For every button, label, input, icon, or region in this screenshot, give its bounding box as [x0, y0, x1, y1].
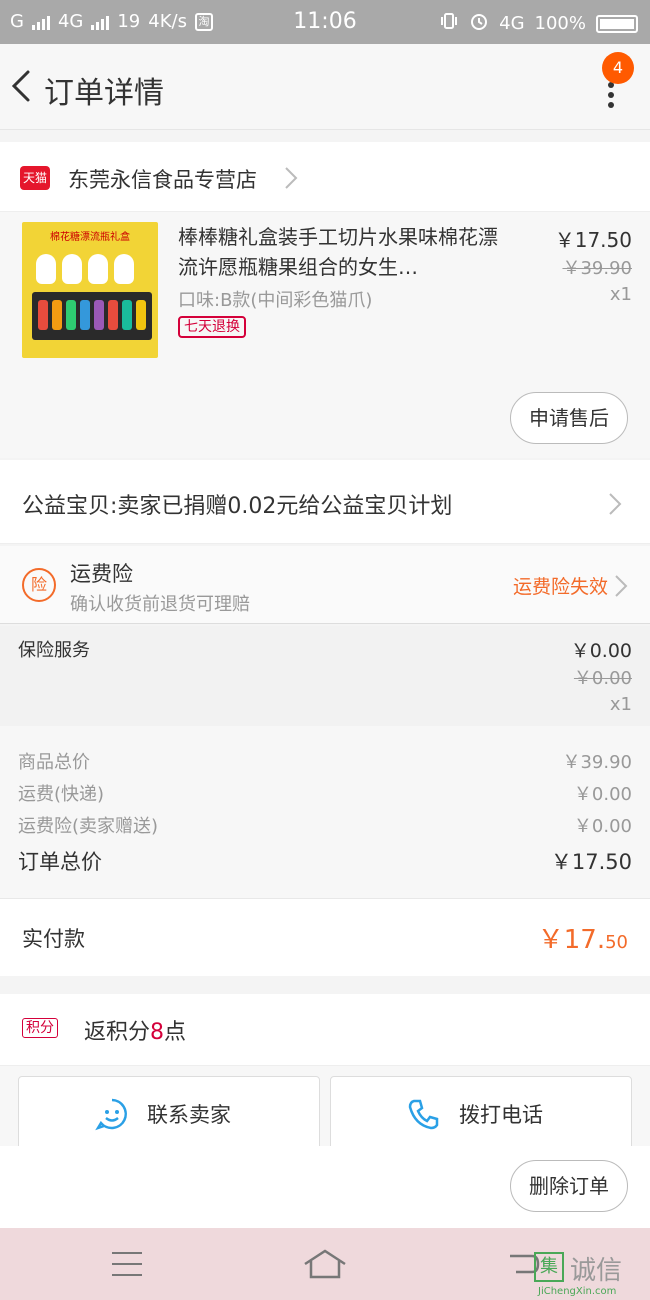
summary-row: 运费(快递) ￥0.00	[18, 780, 632, 806]
more-menu-button[interactable]	[608, 82, 616, 112]
phone-icon	[408, 1099, 439, 1130]
product-price: ￥17.50	[554, 228, 632, 252]
shop-name: 东莞永信食品专营店	[68, 168, 257, 192]
summary-value: ￥39.90	[562, 752, 632, 773]
insurance-service-quantity: x1	[609, 694, 632, 715]
amount-paid-row: 实付款 ￥17.50	[0, 898, 650, 976]
product-quantity: x1	[609, 284, 632, 305]
summary-row: 商品总价 ￥39.90	[18, 748, 632, 774]
summary-label: 运费(快递)	[18, 784, 105, 805]
app-header: 订单详情 4	[0, 44, 650, 130]
summary-label: 商品总价	[18, 752, 90, 773]
chat-smile-icon	[95, 1098, 127, 1131]
product-name: 棒棒糖礼盒装手工切片水果味棉花漂流许愿瓶糖果组合的女生…	[178, 225, 498, 279]
points-tag: 积分	[22, 1018, 58, 1038]
contact-seller-label: 联系卖家	[147, 1103, 231, 1127]
home-icon[interactable]	[302, 1248, 348, 1280]
network-right-label: 4G	[499, 13, 525, 34]
amount-paid-label: 实付款	[22, 927, 85, 951]
watermark-icon: 集	[534, 1252, 564, 1282]
summary-row: 运费险(卖家赠送) ￥0.00	[18, 812, 632, 838]
vibrate-icon	[439, 11, 459, 36]
contact-seller-button[interactable]: 联系卖家	[18, 1076, 320, 1152]
delete-order-button[interactable]: 删除订单	[510, 1160, 628, 1212]
freight-insurance-title: 运费险	[70, 562, 133, 586]
summary-value: ￥0.00	[573, 784, 632, 805]
apply-aftersale-button[interactable]: 申请售后	[510, 392, 628, 444]
freight-insurance-row[interactable]: 险 运费险 确认收货前退货可理赔 运费险失效	[0, 546, 650, 624]
back-button[interactable]	[8, 66, 38, 106]
tmall-logo-icon: 天猫	[20, 166, 50, 190]
battery-label: 100%	[534, 13, 586, 34]
call-phone-label: 拨打电话	[459, 1103, 543, 1127]
page-title: 订单详情	[44, 76, 164, 111]
status-right: 4G 100%	[439, 11, 638, 36]
insurance-service-label: 保险服务	[18, 640, 90, 661]
chevron-right-icon	[615, 575, 628, 597]
freight-insurance-subtitle: 确认收货前退货可理赔	[70, 594, 250, 615]
product-image: 棉花糖漂流瓶礼盒	[22, 222, 158, 358]
contact-buttons: 联系卖家 拨打电话	[0, 1066, 650, 1152]
watermark-logo: 集 诚信 JiChengXin.com	[534, 1250, 650, 1300]
product-item[interactable]: 棉花糖漂流瓶礼盒 棒棒糖礼盒装手工切片水果味棉花漂流许愿瓶糖果组合的女生… 口味…	[0, 212, 650, 458]
points-row: 积分 返积分8点	[0, 994, 650, 1066]
watermark-text: 诚信	[570, 1256, 623, 1286]
alarm-icon	[469, 11, 489, 36]
notification-badge: 4	[602, 52, 634, 84]
chevron-left-icon	[11, 70, 30, 102]
points-text: 返积分8点	[84, 1020, 187, 1045]
insurance-service-price: ￥0.00	[570, 640, 632, 662]
freight-insurance-status: 运费险失效	[512, 576, 608, 598]
order-total-value: ￥17.50	[550, 850, 632, 874]
chevron-right-icon	[285, 167, 298, 189]
product-spec: 口味:B款(中间彩色猫爪)	[178, 290, 373, 311]
bottom-actions: 删除订单	[0, 1146, 650, 1228]
summary-label: 运费险(卖家赠送)	[18, 816, 159, 837]
call-phone-button[interactable]: 拨打电话	[330, 1076, 632, 1152]
insurance-service-original-price: ￥0.00	[573, 668, 632, 689]
battery-icon	[596, 14, 638, 33]
amount-paid-value: ￥17.50	[537, 925, 628, 955]
status-bar: G 4G 19 4K/s 淘 11:06 4G 100%	[0, 0, 650, 44]
menu-icon[interactable]	[112, 1252, 142, 1276]
product-image-label: 棉花糖漂流瓶礼盒	[50, 232, 130, 243]
summary-value: ￥0.00	[573, 816, 632, 837]
order-total-row: 订单总价 ￥17.50	[18, 846, 632, 876]
charity-text: 公益宝贝:卖家已捐赠0.02元给公益宝贝计划	[22, 494, 453, 519]
insurance-icon: 险	[22, 568, 56, 602]
order-total-label: 订单总价	[18, 850, 102, 874]
insurance-service-row: 保险服务 ￥0.00 ￥0.00 x1	[0, 626, 650, 726]
product-original-price: ￥39.90	[562, 258, 632, 279]
charity-row[interactable]: 公益宝贝:卖家已捐赠0.02元给公益宝贝计划	[0, 460, 650, 544]
shop-row[interactable]: 天猫 东莞永信食品专营店	[0, 142, 650, 212]
watermark-url: JiChengXin.com	[538, 1286, 617, 1297]
chevron-right-icon	[609, 493, 622, 515]
seven-day-return-tag: 七天退换	[178, 316, 246, 338]
price-summary: 商品总价 ￥39.90 运费(快递) ￥0.00 运费险(卖家赠送) ￥0.00…	[0, 726, 650, 898]
